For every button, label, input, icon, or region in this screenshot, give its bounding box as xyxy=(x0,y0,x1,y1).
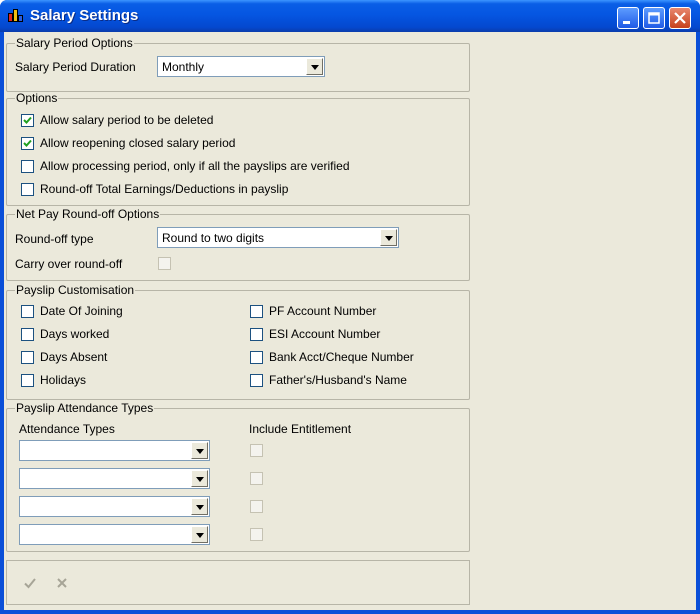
option-label: Allow processing period, only if all the… xyxy=(40,159,350,173)
checkmark-icon xyxy=(23,139,32,147)
salary-period-duration-label: Salary Period Duration xyxy=(15,60,136,74)
roundoff-type-label: Round-off type xyxy=(15,232,94,246)
maximize-button[interactable] xyxy=(643,7,665,29)
group-legend: Payslip Attendance Types xyxy=(15,401,155,415)
option-label: Allow salary period to be deleted xyxy=(40,113,214,127)
field-label: PF Account Number xyxy=(269,304,377,318)
title-bar[interactable]: Salary Settings xyxy=(0,0,700,32)
attendance-type-select[interactable] xyxy=(19,468,210,489)
x-icon[interactable] xyxy=(54,575,70,591)
chevron-down-icon[interactable] xyxy=(191,498,208,515)
field-label: ESI Account Number xyxy=(269,327,381,341)
field-label: Days worked xyxy=(40,327,110,341)
option-label: Allow reopening closed salary period xyxy=(40,136,236,150)
checkbox-fathers-husbands-name[interactable] xyxy=(250,374,263,387)
include-entitlement-checkbox[interactable] xyxy=(250,444,263,457)
include-entitlement-checkbox[interactable] xyxy=(250,472,263,485)
checkbox-days-worked[interactable] xyxy=(21,328,34,341)
checkbox-esi-account-number[interactable] xyxy=(250,328,263,341)
app-icon xyxy=(8,9,24,23)
maximize-icon xyxy=(648,12,660,24)
chevron-down-icon[interactable] xyxy=(191,526,208,543)
attendance-type-select[interactable] xyxy=(19,440,210,461)
chevron-down-icon[interactable] xyxy=(380,229,397,246)
action-toolbar xyxy=(6,560,470,605)
attendance-types-header: Attendance Types xyxy=(19,422,115,436)
field-label: Days Absent xyxy=(40,350,108,364)
roundoff-type-select[interactable]: Round to two digits xyxy=(157,227,399,248)
option-label: Round-off Total Earnings/Deductions in p… xyxy=(40,182,289,196)
group-legend: Net Pay Round-off Options xyxy=(15,207,161,221)
checkbox-days-absent[interactable] xyxy=(21,351,34,364)
include-entitlement-header: Include Entitlement xyxy=(249,422,352,436)
minimize-icon xyxy=(623,21,630,24)
check-icon[interactable] xyxy=(22,575,38,591)
payslip-customisation-group: Payslip Customisation Date Of Joining Da… xyxy=(6,284,470,400)
chevron-down-icon[interactable] xyxy=(191,442,208,459)
group-legend: Payslip Customisation xyxy=(15,283,136,297)
checkbox-allow-delete[interactable] xyxy=(21,114,34,127)
checkbox-allow-reopen[interactable] xyxy=(21,137,34,150)
select-value: Round to two digits xyxy=(162,231,265,245)
checkbox-round-off-totals[interactable] xyxy=(21,183,34,196)
close-button[interactable] xyxy=(669,7,691,29)
carry-over-label: Carry over round-off xyxy=(15,257,123,271)
field-label: Bank Acct/Cheque Number xyxy=(269,350,414,364)
checkbox-pf-account-number[interactable] xyxy=(250,305,263,318)
options-group: Options Allow salary period to be delete… xyxy=(6,92,470,206)
close-icon xyxy=(674,12,686,24)
field-label: Date Of Joining xyxy=(40,304,123,318)
chevron-down-icon[interactable] xyxy=(306,58,323,75)
carry-over-checkbox[interactable] xyxy=(158,257,171,270)
group-legend: Options xyxy=(15,91,59,105)
minimize-button[interactable] xyxy=(617,7,639,29)
select-value: Monthly xyxy=(162,60,205,74)
net-pay-roundoff-group: Net Pay Round-off Options Round-off type… xyxy=(6,208,470,281)
include-entitlement-checkbox[interactable] xyxy=(250,528,263,541)
checkmark-icon xyxy=(23,116,32,124)
attendance-type-select[interactable] xyxy=(19,496,210,517)
group-legend: Salary Period Options xyxy=(15,36,134,50)
checkbox-date-of-joining[interactable] xyxy=(21,305,34,318)
field-label: Holidays xyxy=(40,373,87,387)
salary-period-duration-select[interactable]: Monthly xyxy=(157,56,325,77)
dialog-body: Salary Period Options Salary Period Dura… xyxy=(4,32,696,610)
checkbox-bank-acct-cheque-number[interactable] xyxy=(250,351,263,364)
checkbox-holidays[interactable] xyxy=(21,374,34,387)
attendance-type-select[interactable] xyxy=(19,524,210,545)
payslip-attendance-types-group: Payslip Attendance Types Attendance Type… xyxy=(6,402,470,552)
salary-settings-window: Salary Settings Salary Period Options Sa… xyxy=(0,0,700,614)
chevron-down-icon[interactable] xyxy=(191,470,208,487)
checkbox-allow-processing-verified[interactable] xyxy=(21,160,34,173)
salary-period-options-group: Salary Period Options Salary Period Dura… xyxy=(6,37,470,92)
window-title: Salary Settings xyxy=(30,7,139,24)
include-entitlement-checkbox[interactable] xyxy=(250,500,263,513)
field-label: Father's/Husband's Name xyxy=(269,373,407,387)
